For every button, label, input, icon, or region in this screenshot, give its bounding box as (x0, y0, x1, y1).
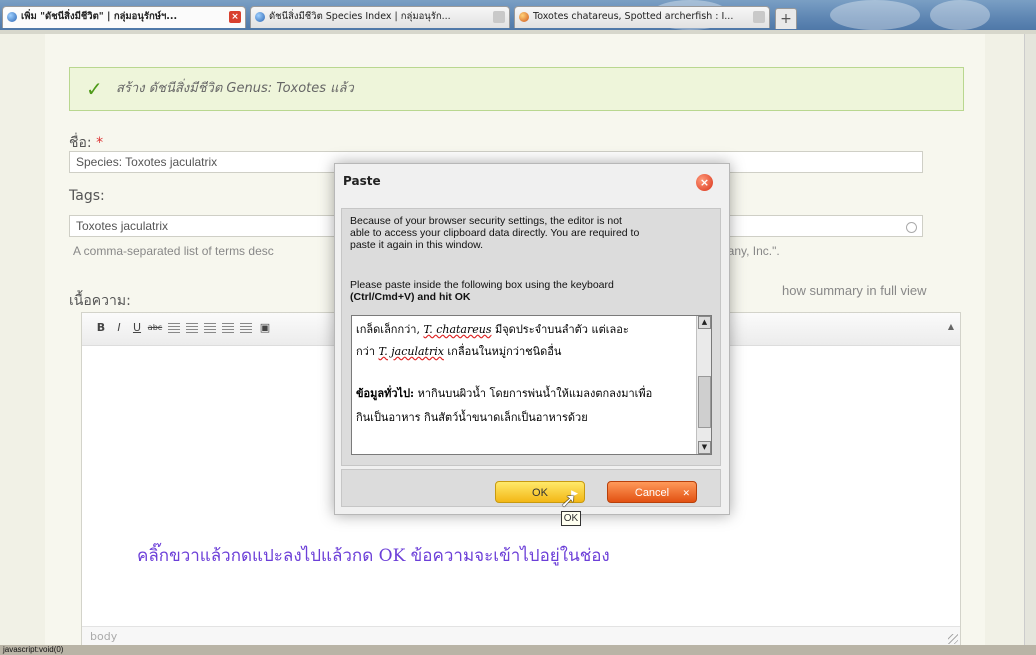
window-scrollbar[interactable] (1024, 34, 1036, 645)
pasted-line: เกล็ดเล็กกว่า, T. chatareus มีจุดประจำบน… (356, 320, 629, 338)
paste-instruction-line: Please paste inside the following box us… (350, 279, 614, 291)
strikethrough-button[interactable]: abc (146, 321, 164, 335)
close-tab-icon[interactable] (493, 11, 505, 23)
browser-tab-strip: เพิ่ม "ดัชนีสิ่งมีชีวิต" | กลุ่มอนุรักษ์… (0, 0, 1036, 30)
autocomplete-icon (906, 222, 917, 233)
paste-textarea[interactable]: เกล็ดเล็กกว่า, T. chatareus มีจุดประจำบน… (351, 315, 712, 455)
numbered-list-icon[interactable] (240, 323, 252, 333)
pasted-text: กว่า (356, 345, 376, 358)
align-right-icon[interactable] (204, 323, 216, 333)
name-label-text: ชื่อ: (69, 135, 92, 151)
check-icon: ✓ (86, 77, 103, 101)
pasted-line: กว่า T. jaculatrix เกลื่อนในหมู่กว่าชนิด… (356, 342, 561, 360)
textarea-scrollbar[interactable]: ▲ ▼ (696, 316, 711, 454)
pasted-text: เกล็ดเล็กกว่า, (356, 323, 420, 336)
tab-toxotes-chatareus[interactable]: Toxotes chatareus, Spotted archerfish : … (514, 6, 770, 28)
dialog-body: Because of your browser security setting… (341, 208, 721, 466)
required-mark: * (96, 135, 104, 151)
scientific-name: T. jaculatrix (378, 345, 444, 358)
mouse-cursor-icon: ➚ (560, 488, 577, 512)
globe-icon (7, 12, 17, 22)
firefox-icon (519, 12, 529, 22)
scroll-thumb[interactable] (698, 376, 711, 428)
security-notice-line: Because of your browser security setting… (350, 215, 622, 227)
bullet-list-icon[interactable] (222, 323, 234, 333)
dialog-title: Paste (343, 174, 381, 188)
cancel-button-label: Cancel (634, 487, 670, 499)
security-notice-line: able to access your clipboard data direc… (350, 227, 640, 239)
pasted-heading: ข้อมูลทั่วไป: (356, 387, 415, 400)
italic-button[interactable]: I (112, 321, 126, 335)
tags-description: A comma-separated list of terms desc (73, 244, 274, 258)
pasted-line: ข้อมูลทั่วไป: หากินบนผิวน้ำ โดยการพ่นน้ำ… (356, 384, 652, 402)
dialog-close-button[interactable]: × (696, 174, 713, 191)
cancel-button[interactable]: Cancel ✕ (607, 481, 697, 503)
security-notice-line: paste it again in this window. (350, 239, 484, 251)
tab-add-species[interactable]: เพิ่ม "ดัชนีสิ่งมีชีวิต" | กลุ่มอนุรักษ์… (2, 6, 246, 28)
close-tab-icon[interactable]: × (229, 11, 241, 23)
body-label: เนื้อความ: (69, 293, 131, 309)
dialog-footer: OK ▶ Cancel ✕ (341, 469, 721, 507)
ok-tooltip: OK (561, 511, 581, 526)
instruction-caption: คลิ๊กขวาแล้วกดแปะลงไปแล้วกด OK ข้อความจะ… (137, 546, 610, 566)
close-small-icon: ✕ (682, 488, 690, 498)
tab-label: เพิ่ม "ดัชนีสิ่งมีชีวิต" | กลุ่มอนุรักษ์… (21, 11, 178, 22)
underline-button[interactable]: U (130, 321, 144, 335)
new-tab-button[interactable]: + (775, 8, 797, 29)
paste-instruction-line: (Ctrl/Cmd+V) and hit OK (350, 291, 471, 303)
scroll-up-arrow-icon[interactable]: ▲ (698, 316, 711, 329)
paste-dialog: Paste × Because of your browser security… (334, 163, 730, 515)
pasted-line: กินเป็นอาหาร กินสัตว์น้ำขนาดเล็กเป็นอาหา… (356, 411, 588, 424)
browser-status-bar: javascript:void(0) (0, 645, 1036, 655)
decorative-bubble (830, 0, 920, 30)
bold-button[interactable]: B (94, 321, 108, 335)
align-center-icon[interactable] (186, 323, 198, 333)
close-tab-icon[interactable] (753, 11, 765, 23)
resize-handle[interactable] (948, 634, 958, 644)
paste-from-word-icon[interactable]: ▣ (258, 321, 272, 335)
status-message: ✓ สร้าง ดัชนีสิ่งมีชีวิต Genus: Toxotes … (69, 67, 964, 111)
scientific-name: T. chatareus (423, 323, 492, 336)
decorative-bubble (930, 0, 990, 30)
show-summary-link[interactable]: how summary in full view (782, 283, 927, 298)
globe-icon (255, 12, 265, 22)
pasted-text: หากินบนผิวน้ำ โดยการพ่นน้ำให้แมลงตกลงมาเ… (417, 387, 653, 400)
ok-button-label: OK (532, 487, 548, 499)
tags-label: Tags: (69, 188, 105, 204)
scroll-down-arrow-icon[interactable]: ▼ (698, 441, 711, 454)
tab-label: ดัชนีสิ่งมีชีวิต Species Index | กลุ่มอน… (269, 11, 451, 22)
toolbar-collapse-icon[interactable]: ▲ (946, 321, 956, 333)
tab-species-index[interactable]: ดัชนีสิ่งมีชีวิต Species Index | กลุ่มอน… (250, 6, 510, 28)
align-left-icon[interactable] (168, 323, 180, 333)
tab-label: Toxotes chatareus, Spotted archerfish : … (533, 11, 734, 22)
pasted-text: เกลื่อนในหมู่กว่าชนิดอื่น (447, 345, 562, 358)
editor-path: body (82, 626, 960, 646)
pasted-text: มีจุดประจำบนลำตัว แต่เลอะ (494, 323, 629, 336)
status-message-text: สร้าง ดัชนีสิ่งมีชีวิต Genus: Toxotes แล… (116, 81, 354, 96)
